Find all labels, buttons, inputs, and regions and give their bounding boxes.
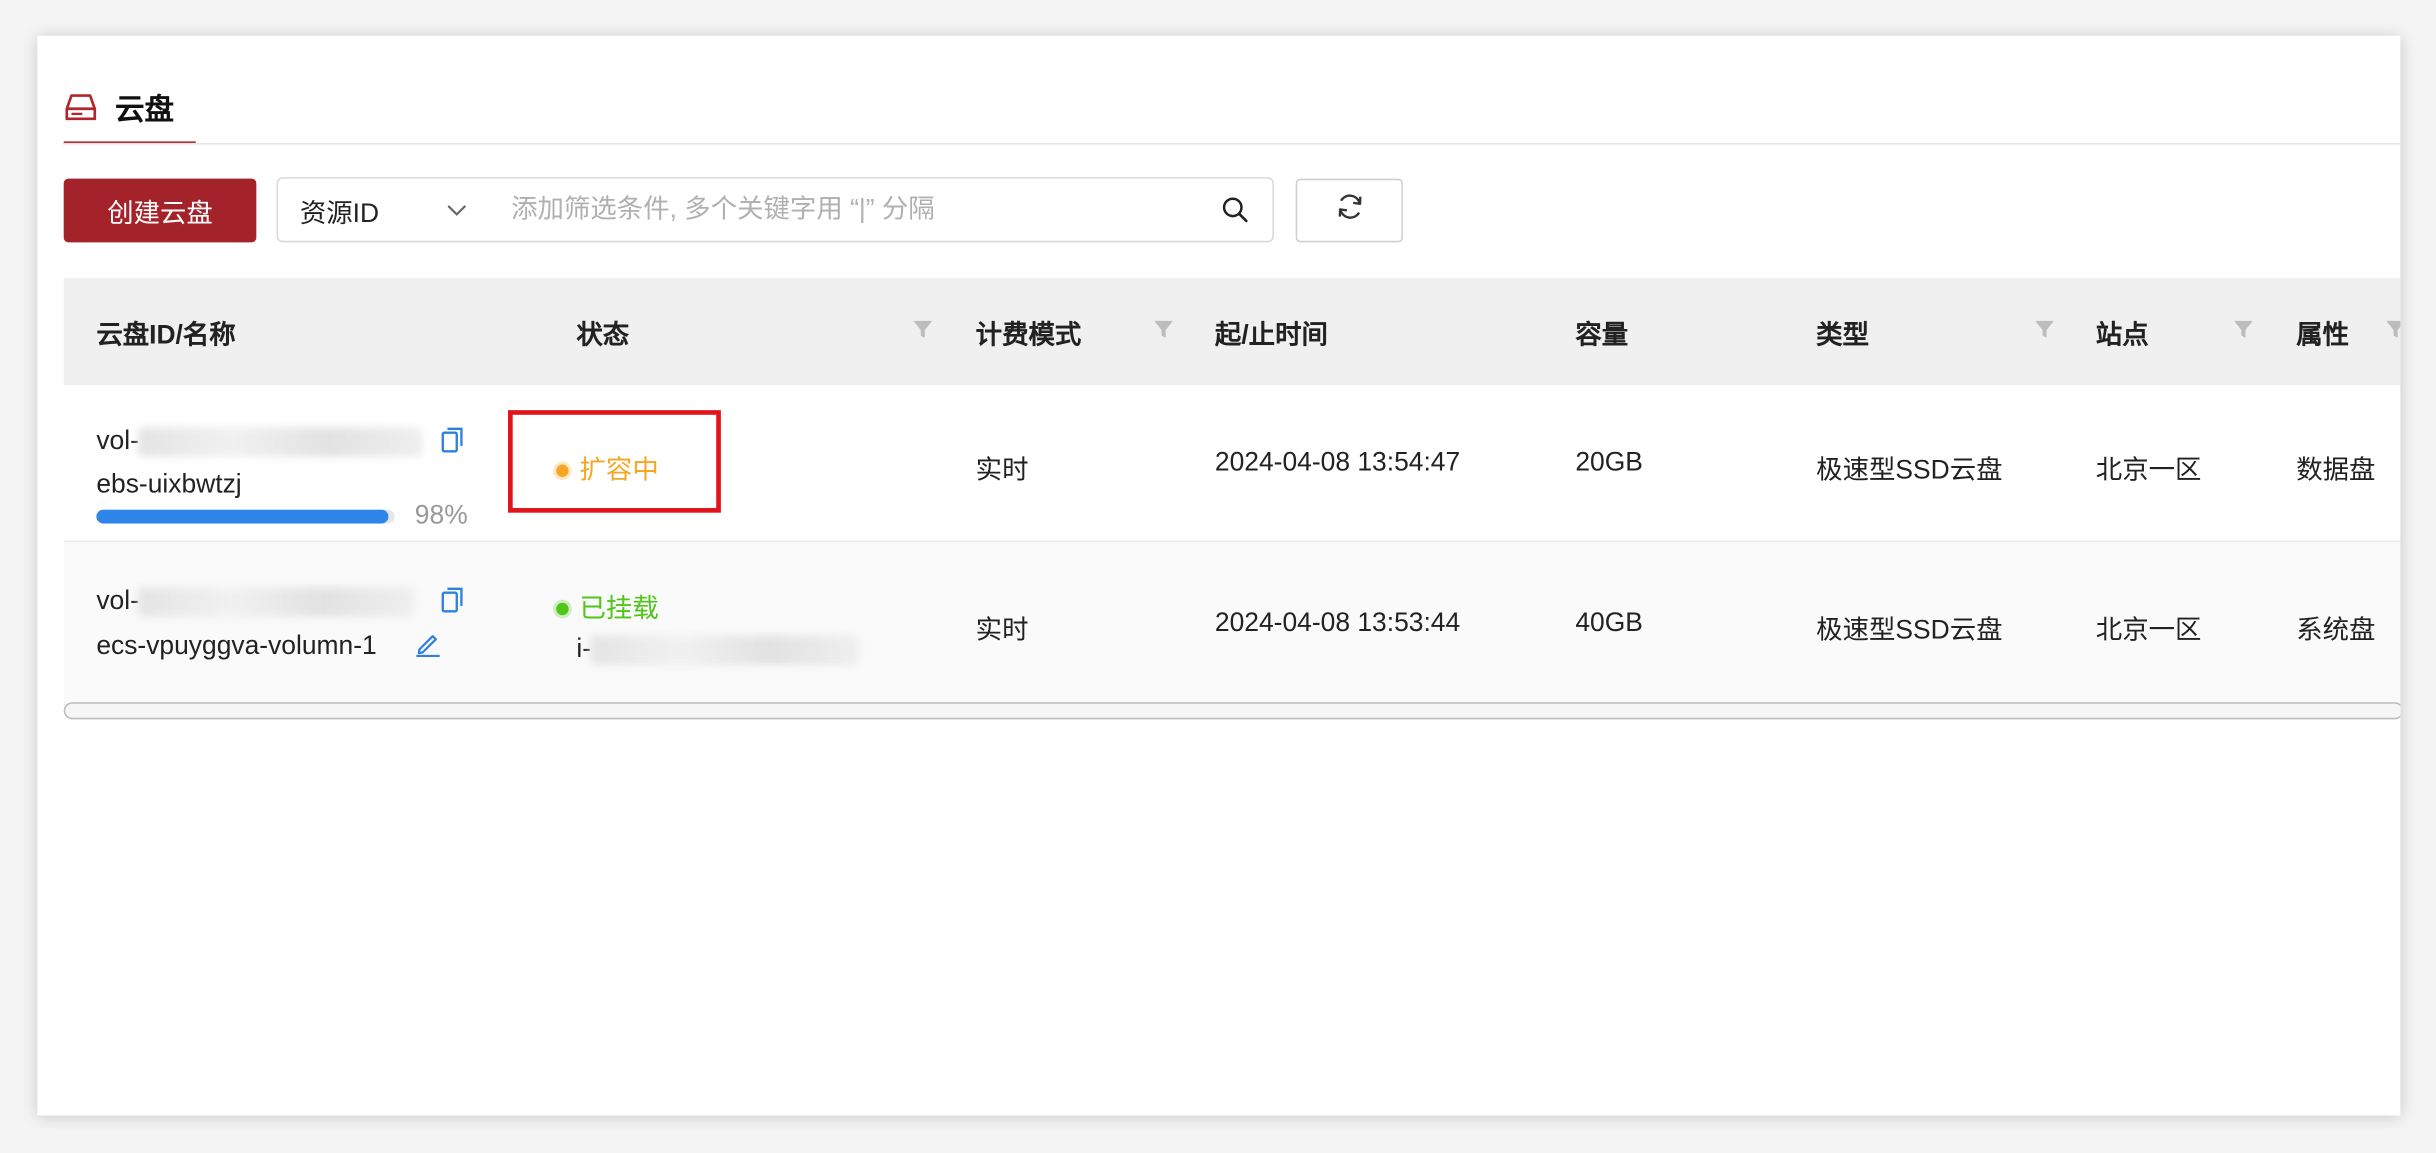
search-field-label: 资源ID (299, 198, 380, 228)
disk-type: 极速型SSD云盘 (1816, 455, 2003, 485)
page-title: 云盘 (114, 93, 175, 127)
attribute: 系统盘 (2296, 615, 2376, 645)
highlight-box (508, 410, 721, 513)
redacted-id (138, 587, 416, 617)
column-header-attribute: 属性 (2296, 320, 2350, 350)
disk-id-prefix: vol- (96, 425, 139, 456)
table-row: vol- ecs-vpuyggva-volumn-1 已挂载 i- 实时 202… (63, 542, 2401, 706)
column-header-billing: 计费模式 (975, 320, 1082, 350)
disk-id[interactable]: vol- (96, 425, 424, 457)
progress-percent: 98% (414, 500, 468, 530)
table-header: 云盘ID/名称 状态 计费模式 起/止时间 容量 类型 站点 属性 (63, 278, 2401, 386)
copy-icon[interactable] (440, 426, 465, 463)
column-header-capacity: 容量 (1575, 320, 1629, 350)
billing-mode: 实时 (975, 455, 1029, 485)
redacted-id (591, 635, 860, 665)
capacity: 40GB (1575, 607, 1643, 637)
site: 北京一区 (2095, 455, 2202, 485)
refresh-button[interactable] (1295, 178, 1403, 243)
cloud-disk-page: 云盘 创建云盘 资源ID 添加筛选条件, 多个关键字用 “|” 分隔 云盘ID/… (37, 35, 2401, 1116)
filter-icon[interactable] (912, 318, 934, 348)
disk-id-prefix: vol- (96, 585, 139, 616)
table-row: vol- ebs-uixbwtzj 98% 扩容中 实时 2024-04-08 … (63, 385, 2401, 543)
copy-icon[interactable] (440, 586, 465, 623)
column-header-status: 状态 (576, 320, 630, 350)
cloud-disk-icon (64, 90, 98, 124)
search-bar: 资源ID (276, 177, 1274, 243)
filter-icon[interactable] (2233, 318, 2255, 348)
search-field-select[interactable]: 资源ID (300, 179, 379, 241)
status-text: 已挂载 (579, 593, 659, 623)
chevron-down-icon[interactable] (446, 199, 468, 229)
instance-id[interactable]: i- (576, 633, 860, 665)
instance-id-prefix: i- (576, 633, 592, 664)
status-mounted: 已挂载 (556, 586, 659, 625)
tab-cloud-disk[interactable]: 云盘 (63, 79, 196, 145)
filter-icon[interactable] (1153, 318, 1175, 348)
disk-id[interactable]: vol- (96, 585, 416, 617)
tab-divider (63, 142, 2401, 145)
disk-name: ecs-vpuyggva-volumn-1 (96, 630, 377, 661)
status-dot (556, 602, 569, 615)
site: 北京一区 (2095, 615, 2202, 645)
column-header-time: 起/止时间 (1214, 320, 1328, 350)
refresh-icon (1334, 191, 1365, 230)
redacted-id (138, 427, 424, 457)
search-icon[interactable] (1221, 196, 1249, 232)
search-input[interactable] (511, 178, 1195, 241)
progress-fill (96, 509, 389, 524)
column-header-id-name: 云盘ID/名称 (96, 320, 236, 350)
create-disk-button[interactable]: 创建云盘 (63, 178, 257, 243)
tab-bar: 云盘 (63, 79, 196, 145)
billing-mode: 实时 (975, 615, 1029, 645)
column-header-type: 类型 (1816, 320, 1869, 350)
filter-icon[interactable] (2385, 318, 2401, 348)
edit-icon[interactable] (415, 631, 441, 665)
filter-icon[interactable] (2034, 318, 2056, 348)
start-time: 2024-04-08 13:53:44 (1214, 607, 1461, 637)
disk-type: 极速型SSD云盘 (1816, 615, 2003, 645)
expand-progress-bar (96, 509, 395, 524)
start-time: 2024-04-08 13:54:47 (1214, 447, 1461, 477)
column-header-site: 站点 (2095, 320, 2149, 350)
disk-name: ebs-uixbwtzj (96, 469, 242, 499)
disk-table: 云盘ID/名称 状态 计费模式 起/止时间 容量 类型 站点 属性 vol- e… (63, 278, 2401, 706)
attribute: 数据盘 (2296, 455, 2376, 485)
horizontal-scrollbar[interactable] (63, 702, 2401, 720)
capacity: 20GB (1575, 447, 1643, 477)
